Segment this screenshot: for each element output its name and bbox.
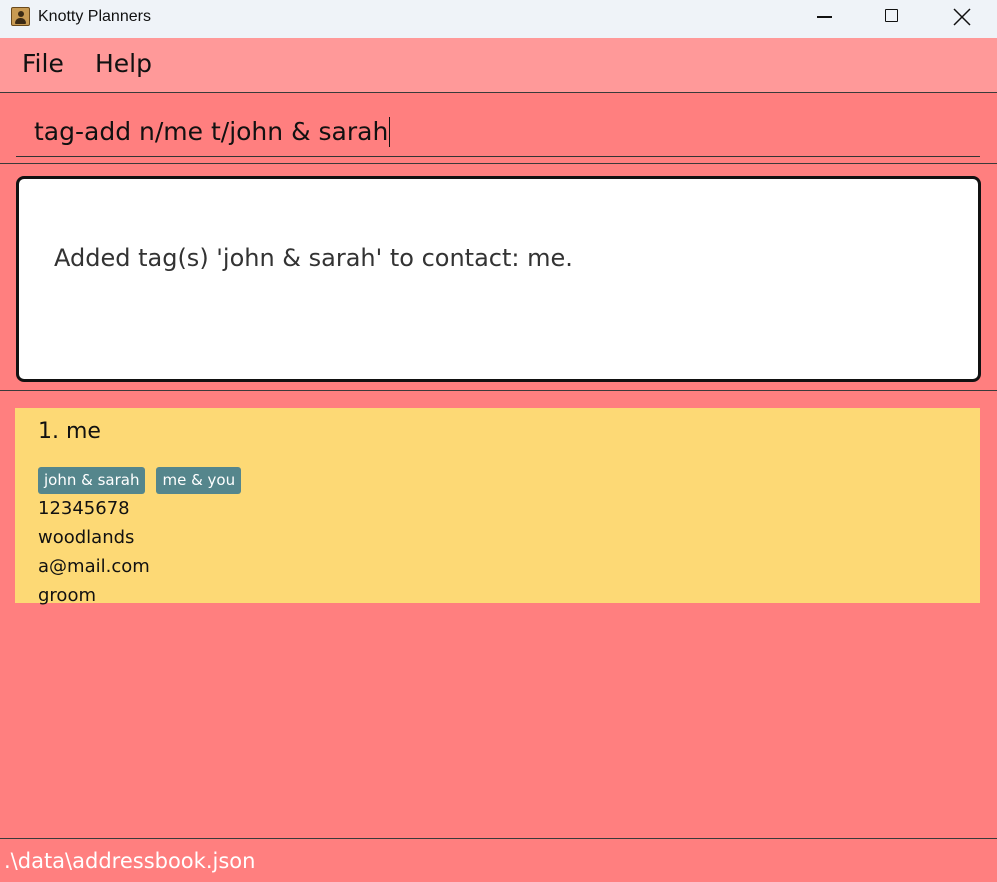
save-location: .\data\addressbook.json (4, 849, 256, 873)
result-display[interactable]: Added tag(s) 'john & sarah' to contact: … (16, 176, 981, 382)
window-title: Knotty Planners (38, 8, 151, 25)
tag: john & sarah (38, 467, 146, 494)
person-phone: 12345678 (38, 498, 130, 519)
result-display-panel: Added tag(s) 'john & sarah' to contact: … (0, 166, 997, 391)
command-box: tag-add n/me t/john & sarah (0, 92, 997, 164)
tag-list: john & sarah me & you (38, 467, 242, 494)
person-card[interactable]: 1. me john & sarah me & you 12345678 woo… (15, 408, 980, 606)
menu-file[interactable]: File (22, 49, 64, 78)
menu-bar: File Help (0, 38, 997, 92)
result-message: Added tag(s) 'john & sarah' to contact: … (54, 244, 573, 272)
person-email: a@mail.com (38, 556, 150, 577)
command-input[interactable]: tag-add n/me t/john & sarah (16, 107, 980, 157)
tag: me & you (156, 467, 242, 494)
menu-help[interactable]: Help (95, 49, 152, 78)
minimize-button[interactable] (789, 0, 859, 34)
close-icon (953, 8, 971, 26)
minimize-icon (817, 16, 832, 18)
text-caret (389, 116, 391, 147)
close-button[interactable] (927, 0, 997, 34)
address-book-icon (11, 7, 30, 26)
person-name: 1. me (38, 419, 101, 444)
maximize-button[interactable] (857, 0, 927, 34)
maximize-icon (885, 9, 898, 22)
status-bar: .\data\addressbook.json (0, 838, 997, 882)
title-bar: Knotty Planners (0, 0, 997, 38)
person-address: woodlands (38, 527, 135, 548)
person-list[interactable]: 1. me john & sarah me & you 12345678 woo… (0, 392, 997, 838)
command-text: tag-add n/me t/john & sarah (34, 117, 389, 146)
person-role: groom (38, 585, 96, 606)
